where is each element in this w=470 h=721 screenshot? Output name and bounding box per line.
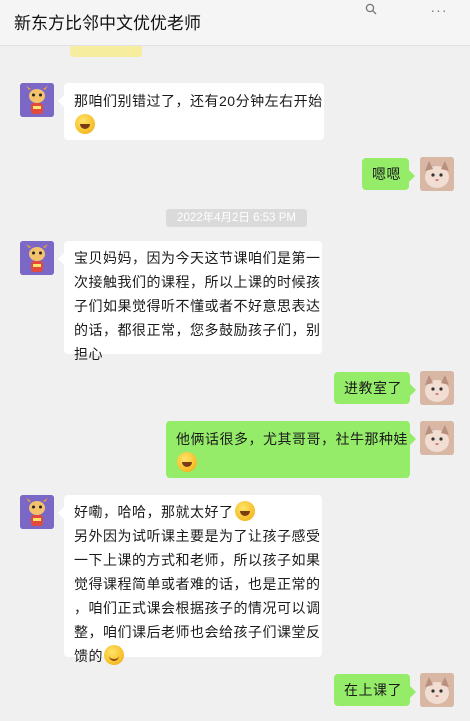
- message-text: 觉得课程简单或者难的话，也是正常的: [74, 576, 321, 592]
- more-icon[interactable]: ···: [428, 0, 450, 20]
- message-text: 那咱们别错过了，还有20分钟左右开始: [74, 93, 323, 109]
- user-avatar[interactable]: [420, 673, 454, 707]
- teacher-avatar[interactable]: [20, 495, 54, 529]
- message-text: 馈的: [74, 648, 103, 664]
- smile-emoji-icon: [104, 645, 124, 665]
- message-text: 子们如果觉得听不懂或者不好意思表达: [74, 298, 321, 314]
- message-text: 嗯嗯: [372, 166, 401, 182]
- message-text: 宝贝妈妈，因为今天这节课咱们是第一: [74, 250, 321, 266]
- user-avatar[interactable]: [420, 371, 454, 405]
- message-text: 在上课了: [344, 682, 402, 698]
- grin-emoji-icon: [75, 114, 95, 134]
- message-bubble-outgoing: 在上课了: [334, 674, 416, 706]
- message-text: 担心: [74, 346, 103, 362]
- user-avatar[interactable]: [420, 157, 454, 191]
- message-text: 他俩话很多，尤其哥哥，社牛那种娃: [176, 431, 408, 447]
- message-bubble-outgoing: 他俩话很多，尤其哥哥，社牛那种娃: [166, 421, 416, 478]
- grin-emoji-icon: [234, 501, 255, 521]
- message-text: 整，咱们课后老师也会给孩子们课堂反: [74, 624, 321, 640]
- timestamp: 2022年4月2日 6:53 PM: [166, 209, 307, 227]
- message-bubble-incoming: 宝贝妈妈，因为今天这节课咱们是第一 次接触我们的课程，所以上课的时候孩 子们如果…: [58, 241, 322, 362]
- chat-title: 新东方比邻中文优优老师: [14, 14, 201, 33]
- message-bubble-outgoing: 嗯嗯: [362, 158, 415, 190]
- message-text: 一下上课的方式和老师，所以孩子如果: [74, 552, 321, 568]
- teacher-avatar[interactable]: [20, 83, 54, 117]
- message-text: 的话，都很正常，您多鼓励孩子们，别: [74, 322, 321, 338]
- message-bubble-incoming: 好嘞，哈哈，那就太好了 另外因为试听课主要是为了让孩子感受 一下上课的方式和老师…: [58, 495, 322, 665]
- message-text: 好嘞，哈哈，那就太好了: [74, 504, 234, 520]
- chat-header: 新东方比邻中文优优老师 ···: [0, 0, 470, 46]
- message-text: 进教室了: [344, 380, 402, 396]
- teacher-avatar[interactable]: [20, 241, 54, 275]
- user-avatar[interactable]: [420, 421, 454, 455]
- message-text: 另外因为试听课主要是为了让孩子感受: [74, 528, 321, 544]
- message-bubble-outgoing: 进教室了: [334, 372, 416, 404]
- message-text: ，咱们正式课会根据孩子的情况可以调: [74, 600, 321, 616]
- sticker-image: [70, 46, 142, 57]
- search-icon[interactable]: [360, 0, 382, 20]
- message-text: 次接触我们的课程，所以上课的时候孩: [74, 274, 321, 290]
- laugh-cry-emoji-icon: [177, 452, 197, 472]
- message-bubble-incoming: 那咱们别错过了，还有20分钟左右开始: [58, 83, 324, 140]
